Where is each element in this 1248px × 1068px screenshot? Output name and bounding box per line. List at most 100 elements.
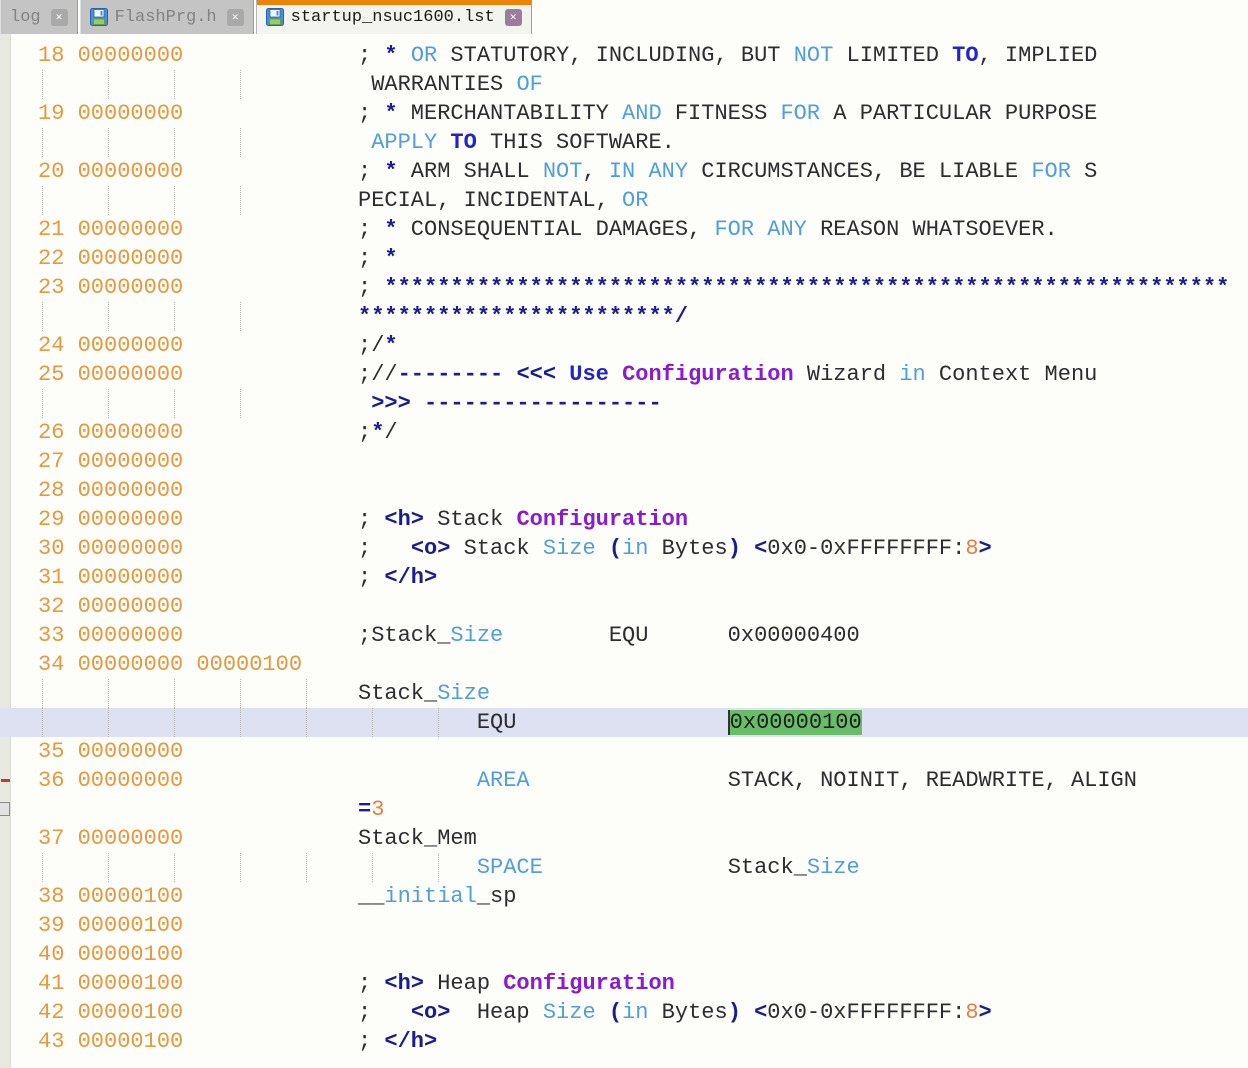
close-icon[interactable]: ✕ xyxy=(505,9,522,26)
code-line[interactable]: 24 00000000 ;/* xyxy=(0,331,1248,360)
change-marker xyxy=(1,779,10,782)
tab-label: log xyxy=(10,8,41,27)
code-line[interactable]: 38 00000100__initial_sp xyxy=(0,882,1248,911)
line-gutter: 27 00000000 xyxy=(0,449,183,474)
indent-guide xyxy=(306,708,307,737)
code-text: ;/* xyxy=(358,331,398,360)
line-gutter: 41 00000100 xyxy=(0,971,183,996)
line-gutter: 36 00000000 xyxy=(0,768,183,793)
code-text: ; * CONSEQUENTIAL DAMAGES, FOR ANY REASO… xyxy=(358,215,1058,244)
code-line[interactable]: 22 00000000; * xyxy=(0,244,1248,273)
indent-guide xyxy=(240,389,241,418)
line-gutter: 22 00000000 xyxy=(0,246,183,271)
editor-body[interactable]: 18 00000000; * OR STATUTORY, INCLUDING, … xyxy=(0,41,1248,1056)
code-line[interactable]: ************************/ xyxy=(0,302,1248,331)
code-line[interactable]: SPACE Stack_Size xyxy=(0,853,1248,882)
code-line[interactable]: 27 00000000 xyxy=(0,447,1248,476)
code-line[interactable]: Stack_Size xyxy=(0,679,1248,708)
code-text: ; * MERCHANTABILITY AND FITNESS FOR A PA… xyxy=(358,99,1097,128)
code-line[interactable]: 20 00000000; * ARM SHALL NOT, IN ANY CIR… xyxy=(0,157,1248,186)
fold-box-icon[interactable] xyxy=(0,802,10,816)
code-text: ;Stack_Size EQU 0x00000400 xyxy=(358,621,860,650)
line-gutter: 26 00000000 xyxy=(0,420,183,445)
code-text: ************************/ xyxy=(358,302,688,331)
floppy-icon xyxy=(90,8,108,26)
code-text: WARRANTIES OF xyxy=(358,70,543,99)
indent-guide xyxy=(42,128,43,157)
code-line[interactable]: PECIAL, INCIDENTAL, OR xyxy=(0,186,1248,215)
code-line[interactable]: 31 00000000; </h> xyxy=(0,563,1248,592)
code-text: ;//-------- <<< Use Configuration Wizard… xyxy=(358,360,1097,389)
code-line[interactable]: 40 00000100 xyxy=(0,940,1248,969)
code-text: ; **************************************… xyxy=(358,273,1229,302)
indent-guide xyxy=(108,70,109,99)
code-text: PECIAL, INCIDENTAL, OR xyxy=(358,186,648,215)
indent-guide xyxy=(108,679,109,708)
code-text: Stack_Mem xyxy=(358,824,477,853)
indent-guide xyxy=(42,708,43,737)
code-line[interactable]: APPLY TO THIS SOFTWARE. xyxy=(0,128,1248,157)
line-gutter: 34 00000000 00000100 xyxy=(0,652,302,677)
indent-guide xyxy=(174,128,175,157)
line-gutter: 24 00000000 xyxy=(0,333,183,358)
code-text: ; <h> Heap Configuration xyxy=(358,969,675,998)
indent-guide xyxy=(174,186,175,215)
code-line[interactable]: 26 00000000 ;*/ xyxy=(0,418,1248,447)
code-line[interactable]: 43 00000100; </h> xyxy=(0,1027,1248,1056)
close-icon[interactable]: ✕ xyxy=(51,9,68,26)
code-text: ; * OR STATUTORY, INCLUDING, BUT NOT LIM… xyxy=(358,41,1097,70)
code-line[interactable]: 30 00000000 ; <o> Stack Size (in Bytes) <… xyxy=(0,534,1248,563)
indent-guide xyxy=(42,70,43,99)
indent-guide xyxy=(108,389,109,418)
tab-label: FlashPrg.h xyxy=(115,8,217,27)
code-line[interactable]: 23 00000000 ; ***************************… xyxy=(0,273,1248,302)
code-text: ; <o> Heap Size (in Bytes) <0x0-0xFFFFFF… xyxy=(358,998,992,1027)
indent-guide xyxy=(240,70,241,99)
line-gutter: 39 00000100 xyxy=(0,913,183,938)
line-gutter: 31 00000000 xyxy=(0,565,183,590)
code-editor[interactable]: 18 00000000; * OR STATUTORY, INCLUDING, … xyxy=(0,34,1248,1068)
code-line[interactable]: 29 00000000; <h> Stack Configuration xyxy=(0,505,1248,534)
line-gutter: 35 00000000 xyxy=(0,739,183,764)
code-line[interactable]: =3 xyxy=(0,795,1248,824)
indent-guide xyxy=(108,853,109,882)
indent-guide xyxy=(42,186,43,215)
code-text: ;*/ xyxy=(358,418,398,447)
code-line[interactable]: 41 00000100 ; <h> Heap Configuration xyxy=(0,969,1248,998)
code-line[interactable]: 35 00000000 xyxy=(0,737,1248,766)
code-text: ; </h> xyxy=(358,1027,437,1056)
code-line[interactable]: 42 00000100; <o> Heap Size (in Bytes) <0… xyxy=(0,998,1248,1027)
code-line[interactable]: 25 00000000;//-------- <<< Use Configura… xyxy=(0,360,1248,389)
close-icon[interactable]: ✕ xyxy=(227,9,244,26)
code-line[interactable]: 33 00000000 ;Stack_Size EQU 0x00000400 xyxy=(0,621,1248,650)
code-line[interactable]: WARRANTIES OF xyxy=(0,70,1248,99)
code-line[interactable]: 37 00000000Stack_Mem xyxy=(0,824,1248,853)
code-line[interactable]: 36 00000000 AREA STACK, NOINIT, READWRIT… xyxy=(0,766,1248,795)
indent-guide xyxy=(42,853,43,882)
code-text: EQU 0x00000100 xyxy=(358,708,862,737)
line-gutter: 19 00000000 xyxy=(0,101,183,126)
tab-log[interactable]: log ✕ xyxy=(0,0,78,34)
current-line[interactable]: EQU 0x00000100 xyxy=(0,708,1248,737)
indent-guide xyxy=(174,302,175,331)
code-text: >>> ------------------ xyxy=(358,389,662,418)
tab-startup-nsuc1600-lst[interactable]: startup_nsuc1600.lst ✕ xyxy=(256,0,532,34)
line-gutter: 40 00000100 xyxy=(0,942,183,967)
code-text: ; <o> Stack Size (in Bytes) <0x0-0xFFFFF… xyxy=(358,534,992,563)
line-gutter: 23 00000000 xyxy=(0,275,183,300)
code-line[interactable]: >>> ------------------ xyxy=(0,389,1248,418)
code-line[interactable]: 19 00000000 ; * MERCHANTABILITY AND FITNE… xyxy=(0,99,1248,128)
floppy-icon xyxy=(266,8,284,26)
code-line[interactable]: 28 00000000 xyxy=(0,476,1248,505)
indent-guide xyxy=(108,708,109,737)
tab-flashprg-h[interactable]: FlashPrg.h ✕ xyxy=(80,0,254,34)
code-line[interactable]: 32 00000000 xyxy=(0,592,1248,621)
code-line[interactable]: 21 00000000; * CONSEQUENTIAL DAMAGES, FO… xyxy=(0,215,1248,244)
line-gutter: 30 00000000 xyxy=(0,536,183,561)
code-line[interactable]: 18 00000000; * OR STATUTORY, INCLUDING, … xyxy=(0,41,1248,70)
tab-label: startup_nsuc1600.lst xyxy=(291,8,495,27)
code-line[interactable]: 39 00000100 xyxy=(0,911,1248,940)
indent-guide xyxy=(108,128,109,157)
code-line[interactable]: 34 00000000 00000100 xyxy=(0,650,1248,679)
line-gutter: 33 00000000 xyxy=(0,623,183,648)
